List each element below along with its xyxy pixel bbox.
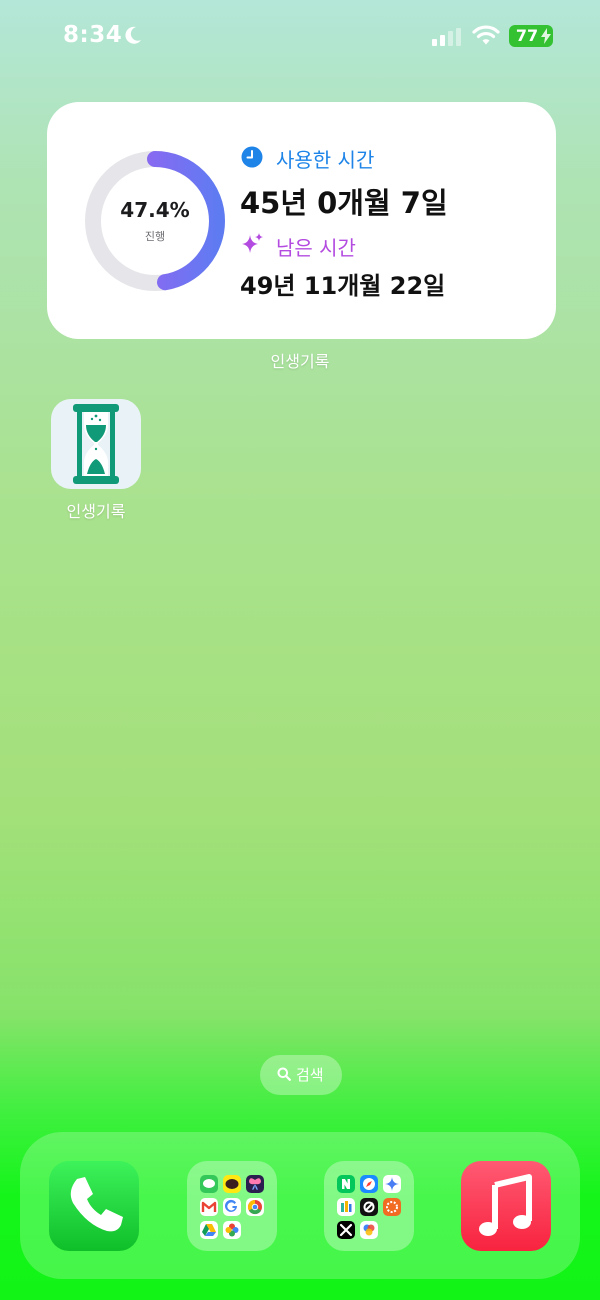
wifi-icon (472, 25, 500, 45)
cellular-signal-icon (432, 28, 461, 46)
kakaotalk-icon (223, 1175, 241, 1193)
remaining-time-label: 남은 시간 (276, 236, 356, 260)
gmail-icon (200, 1198, 218, 1216)
app-icon (360, 1221, 378, 1239)
gemini-icon (383, 1175, 401, 1193)
sparkles-icon (242, 233, 263, 253)
life-record-app-icon[interactable] (51, 399, 141, 489)
phone-icon (70, 1177, 123, 1232)
folder-icon[interactable] (187, 1161, 277, 1251)
status-time: 8:34 (63, 22, 123, 48)
search-icon (277, 1067, 291, 1081)
progress-percent: 47.4% (120, 198, 190, 222)
threads-icon (360, 1198, 378, 1216)
google-icon (223, 1198, 241, 1216)
phone-app[interactable] (49, 1161, 139, 1251)
messages-icon (200, 1175, 218, 1193)
hourglass-icon (73, 404, 119, 484)
search-label: 검색 (296, 1066, 324, 1084)
progress-label: 진행 (144, 230, 166, 243)
status-bar: 8:34 77 (0, 0, 600, 72)
moon-icon (125, 26, 141, 44)
chrome-icon (246, 1198, 264, 1216)
safari-icon (360, 1175, 378, 1193)
battery-charging-icon: 77 (509, 25, 553, 47)
folder-icon[interactable] (324, 1161, 414, 1251)
drive-icon (200, 1221, 218, 1239)
music-app[interactable] (461, 1161, 551, 1251)
widget-caption: 인생기록 (270, 352, 330, 371)
clock-icon (241, 146, 263, 168)
used-time-label: 사용한 시간 (276, 148, 375, 172)
photos-icon (223, 1221, 241, 1239)
app-icon (337, 1198, 355, 1216)
bolt-icon (541, 28, 551, 44)
music-note-icon (479, 1174, 532, 1236)
remaining-time-value: 49년 11개월 22일 (240, 272, 446, 300)
butterfly-app-icon (246, 1175, 264, 1193)
naver-icon (337, 1175, 355, 1193)
app-label-life-record: 인생기록 (66, 502, 126, 521)
battery-level: 77 (515, 26, 539, 45)
used-time-value: 45년 0개월 7일 (240, 186, 448, 220)
app-icon (383, 1198, 401, 1216)
x-icon (337, 1221, 355, 1239)
